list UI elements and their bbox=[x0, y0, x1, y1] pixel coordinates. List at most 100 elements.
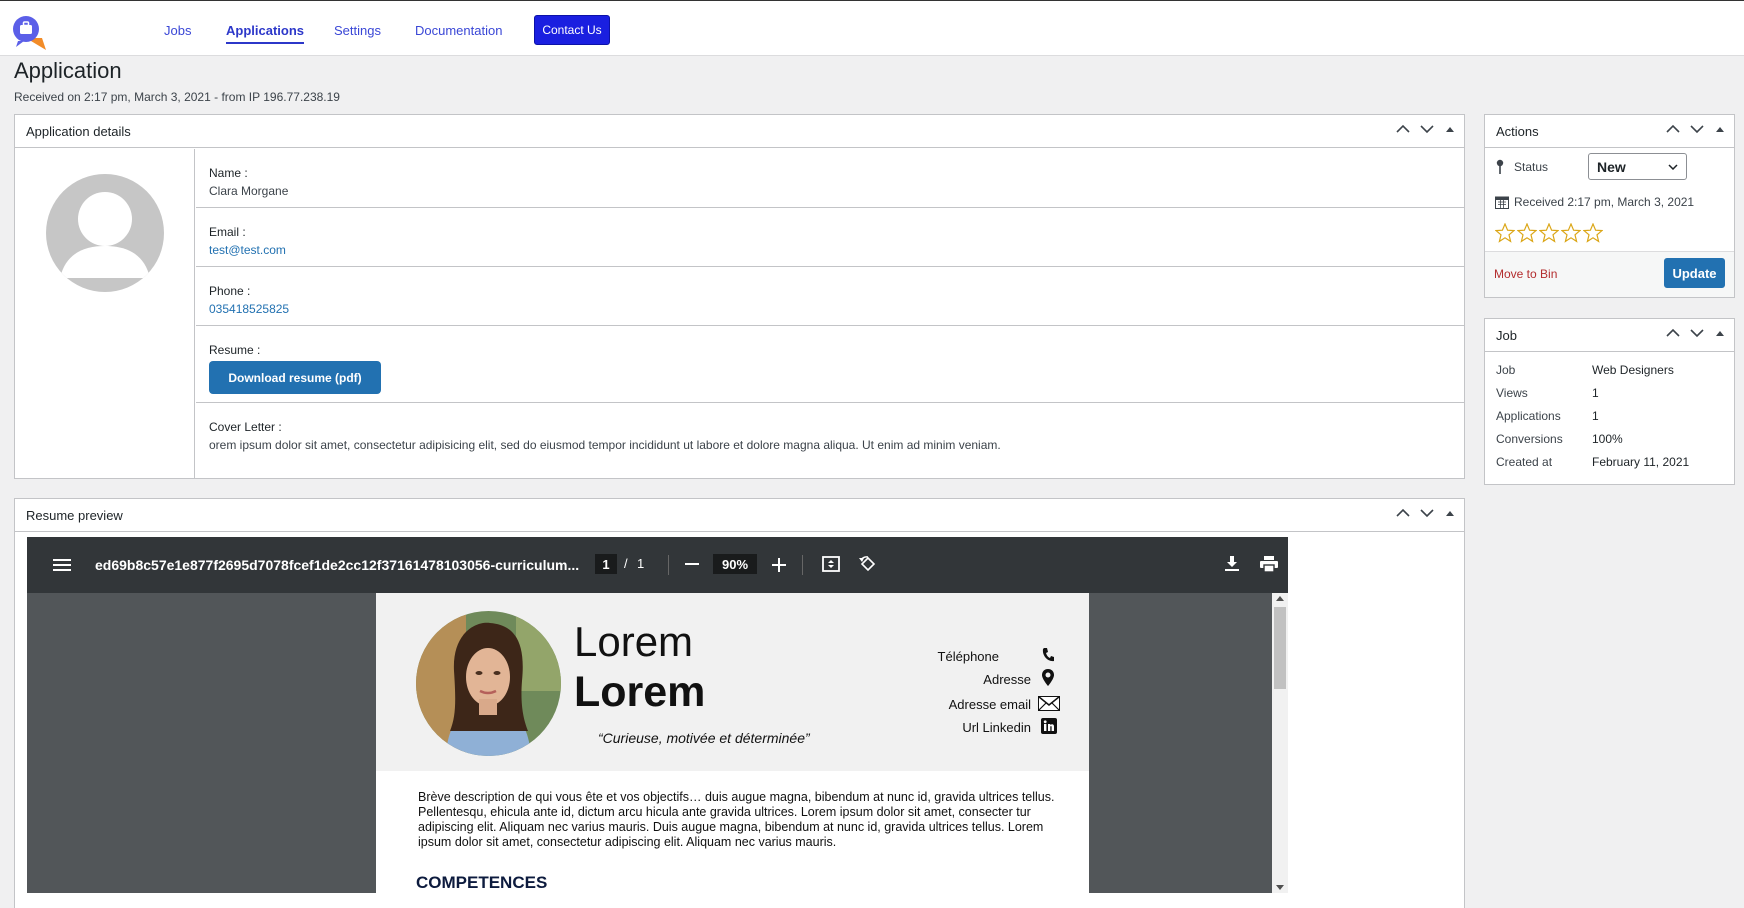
pdf-viewer: ed69b8c57e1e877f2695d7078fcef1de2cc12f37… bbox=[15, 533, 1464, 908]
pdf-toolbar: ed69b8c57e1e877f2695d7078fcef1de2cc12f37… bbox=[27, 537, 1304, 593]
star-icon[interactable] bbox=[1517, 223, 1537, 243]
move-down-icon[interactable] bbox=[1420, 124, 1434, 134]
linkedin-icon bbox=[1041, 718, 1057, 734]
zoom-out-icon[interactable] bbox=[685, 563, 699, 565]
phone-icon bbox=[1042, 648, 1054, 662]
job-header: Job bbox=[1485, 319, 1734, 352]
move-up-icon[interactable] bbox=[1396, 124, 1410, 134]
fit-page-icon[interactable] bbox=[822, 556, 840, 572]
phone-link[interactable]: 035418525825 bbox=[209, 302, 289, 316]
star-icon[interactable] bbox=[1583, 223, 1603, 243]
more-options-icon[interactable] bbox=[1300, 556, 1304, 572]
move-down-icon[interactable] bbox=[1690, 124, 1704, 134]
zoom-level-input[interactable]: 90% bbox=[713, 554, 757, 574]
envelope-icon bbox=[1038, 696, 1060, 711]
profile-photo bbox=[416, 611, 561, 756]
move-up-icon[interactable] bbox=[1666, 328, 1680, 338]
print-icon[interactable] bbox=[1260, 556, 1278, 572]
move-up-icon[interactable] bbox=[1666, 124, 1680, 134]
avatar-column bbox=[15, 149, 195, 478]
move-up-icon[interactable] bbox=[1396, 508, 1410, 518]
download-icon[interactable] bbox=[1225, 555, 1239, 573]
scroll-up-icon[interactable] bbox=[1276, 595, 1284, 601]
page-separator: / bbox=[624, 556, 628, 571]
application-details-panel: Application details Name : Clara Morgane… bbox=[14, 114, 1465, 479]
update-button[interactable]: Update bbox=[1664, 258, 1725, 288]
applications-label: Applications bbox=[1496, 409, 1561, 423]
star-rating bbox=[1495, 223, 1603, 243]
received-row: Received 2:17 pm, March 3, 2021 bbox=[1495, 195, 1694, 209]
job-link[interactable]: Web Designers bbox=[1592, 363, 1674, 377]
applications-link[interactable]: 1 bbox=[1592, 409, 1599, 423]
nav-jobs[interactable]: Jobs bbox=[164, 23, 191, 38]
cv-first-name: Lorem bbox=[574, 618, 694, 665]
cv-header: Lorem Lorem “Curieuse, motivée et déterm… bbox=[376, 593, 1089, 771]
cover-letter-row: Cover Letter : orem ipsum dolor sit amet… bbox=[196, 403, 1464, 478]
phone-row: Phone : 035418525825 bbox=[196, 267, 1464, 326]
scroll-down-icon[interactable] bbox=[1276, 885, 1284, 891]
move-down-icon[interactable] bbox=[1690, 328, 1704, 338]
status-row: Status bbox=[1495, 159, 1548, 175]
pdf-filename: ed69b8c57e1e877f2695d7078fcef1de2cc12f37… bbox=[95, 557, 580, 573]
pdf-document-area[interactable]: Lorem Lorem “Curieuse, motivée et déterm… bbox=[27, 593, 1288, 893]
nav-applications[interactable]: Applications bbox=[226, 23, 305, 44]
created-at-value: February 11, 2021 bbox=[1592, 455, 1690, 469]
nav-settings[interactable]: Settings bbox=[334, 23, 381, 38]
panel-controls bbox=[1666, 124, 1726, 134]
cv-description: Brève description de qui vous ête et vos… bbox=[418, 790, 1055, 849]
zoom-in-icon[interactable] bbox=[772, 558, 786, 572]
scrollbar-thumb[interactable] bbox=[1274, 607, 1286, 689]
calendar-icon bbox=[1495, 196, 1509, 209]
menu-icon[interactable] bbox=[53, 557, 71, 573]
email-link[interactable]: test@test.com bbox=[209, 243, 286, 257]
avatar-placeholder-icon bbox=[46, 174, 164, 292]
job-row-label: Job bbox=[1496, 363, 1516, 377]
cv-tagline: “Curieuse, motivée et déterminée” bbox=[598, 730, 810, 746]
move-down-icon[interactable] bbox=[1420, 508, 1434, 518]
resume-preview-header: Resume preview bbox=[15, 499, 1464, 532]
received-date: Received 2:17 pm, March 3, 2021 bbox=[1514, 195, 1695, 209]
status-select[interactable]: New bbox=[1588, 153, 1687, 180]
cv-contact-phone: Téléphone bbox=[937, 649, 999, 664]
created-at-label: Created at bbox=[1496, 455, 1553, 469]
rotate-icon[interactable] bbox=[859, 555, 877, 573]
conversions-label: Conversions bbox=[1496, 432, 1563, 446]
page-subtitle: Received on 2:17 pm, March 3, 2021 - fro… bbox=[14, 90, 340, 104]
collapse-toggle-icon[interactable] bbox=[1444, 124, 1456, 134]
toolbar-divider bbox=[668, 555, 669, 575]
status-select-value: New bbox=[1597, 158, 1626, 175]
actions-title: Actions bbox=[1496, 123, 1539, 139]
views-label: Views bbox=[1496, 386, 1528, 400]
name-row: Name : Clara Morgane bbox=[196, 149, 1464, 208]
contact-us-button[interactable]: Contact Us bbox=[534, 15, 610, 45]
collapse-toggle-icon[interactable] bbox=[1444, 508, 1456, 518]
actions-footer: Move to Bin Update bbox=[1485, 251, 1734, 297]
star-icon[interactable] bbox=[1495, 223, 1515, 243]
page-number-input[interactable]: 1 bbox=[595, 554, 617, 574]
collapse-toggle-icon[interactable] bbox=[1714, 328, 1726, 338]
actions-panel: Actions Status New Received 2:17 pm, Mar… bbox=[1484, 114, 1735, 298]
application-details-title: Application details bbox=[26, 123, 131, 139]
panel-controls bbox=[1396, 124, 1456, 134]
page-total: 1 bbox=[637, 556, 645, 571]
views-value: 1 bbox=[1592, 386, 1599, 400]
app-logo-icon[interactable] bbox=[12, 14, 48, 52]
name-label: Name : bbox=[209, 166, 248, 180]
star-icon[interactable] bbox=[1561, 223, 1581, 243]
actions-header: Actions bbox=[1485, 115, 1734, 148]
name-value: Clara Morgane bbox=[209, 184, 289, 198]
pdf-page: Lorem Lorem “Curieuse, motivée et déterm… bbox=[376, 593, 1089, 893]
cover-letter-label: Cover Letter : bbox=[209, 420, 282, 434]
chevron-down-icon bbox=[1668, 164, 1678, 170]
cv-contact-linkedin: Url Linkedin bbox=[962, 720, 1031, 735]
email-row: Email : test@test.com bbox=[196, 208, 1464, 267]
location-pin-icon bbox=[1042, 669, 1054, 686]
move-to-bin-link[interactable]: Move to Bin bbox=[1494, 267, 1557, 281]
download-resume-button[interactable]: Download resume (pdf) bbox=[209, 361, 381, 394]
star-icon[interactable] bbox=[1539, 223, 1559, 243]
nav-documentation[interactable]: Documentation bbox=[415, 23, 502, 38]
pdf-scrollbar[interactable] bbox=[1272, 593, 1288, 893]
collapse-toggle-icon[interactable] bbox=[1714, 124, 1726, 134]
pin-icon bbox=[1496, 159, 1504, 174]
cv-contact-email: Adresse email bbox=[948, 697, 1031, 712]
